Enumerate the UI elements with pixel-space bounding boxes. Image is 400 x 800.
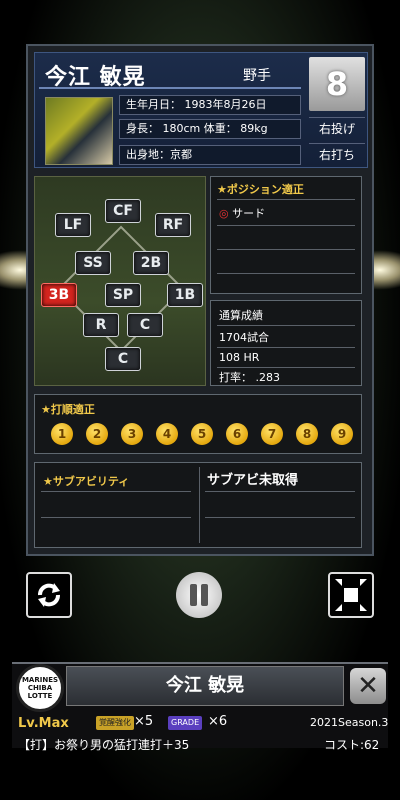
- birthplace: 出身地：京都: [119, 145, 301, 165]
- divider: [217, 367, 355, 368]
- position-aptitude-title: ★ポジション適正: [217, 183, 304, 196]
- name-underline: [39, 87, 301, 89]
- divider: [205, 491, 355, 492]
- field-diagram: CF LF RF SS 2B 3B SP 1B R C C: [34, 176, 206, 386]
- bats: 右打ち: [309, 143, 365, 165]
- position-sp: SP: [105, 283, 141, 307]
- sub-ability-title: ★サブアビリティ: [43, 475, 130, 488]
- batting-order-5: 5: [191, 423, 213, 445]
- position-c-lower: C: [105, 347, 141, 371]
- player-photo: [45, 97, 113, 165]
- batting-order-4: 4: [156, 423, 178, 445]
- divider: [217, 199, 355, 200]
- birthday: 生年月日： 1983年8月26日: [119, 95, 301, 115]
- collapse-button[interactable]: [328, 572, 374, 618]
- divider: [217, 225, 355, 226]
- record-title: 通算成績: [219, 309, 263, 322]
- position-r: R: [83, 313, 119, 337]
- awaken-count: ×5: [134, 714, 154, 729]
- throws: 右投げ: [309, 117, 365, 139]
- position-aptitude-panel: ★ポジション適正 ◎ サード: [210, 176, 362, 294]
- refresh-icon: [38, 583, 60, 607]
- batting-order-panel: ★打順適正 1 2 3 4 5 6 7 8 9: [34, 394, 362, 454]
- collapse-icon: [335, 579, 367, 611]
- position-c: C: [127, 313, 163, 337]
- divider: [217, 249, 355, 250]
- divider: [41, 517, 191, 518]
- position-1b: 1B: [167, 283, 203, 307]
- divider: [41, 491, 191, 492]
- aptitude-item: ◎ サード: [219, 205, 265, 221]
- batting-order-2: 2: [86, 423, 108, 445]
- batting-order-1: 1: [51, 423, 73, 445]
- uniform-number: 8: [309, 57, 365, 111]
- level: Lv.Max: [18, 716, 69, 731]
- batting-order-3: 3: [121, 423, 143, 445]
- batting-order-7: 7: [261, 423, 283, 445]
- record-panel: 通算成績 1704試合 108 HR 打率： .283: [210, 300, 362, 386]
- divider: [205, 517, 355, 518]
- position-ss: SS: [75, 251, 111, 275]
- batting-order-8: 8: [296, 423, 318, 445]
- team-logo: MARINES CHIBA LOTTE: [16, 664, 64, 712]
- aptitude-marker: ◎: [219, 207, 229, 220]
- position-cf: CF: [105, 199, 141, 223]
- awaken-badge: 覚醒強化: [96, 716, 134, 730]
- skill-text: 【打】お祭り男の猛打連打＋35: [18, 738, 190, 752]
- body-size: 身長： 180cm 体重： 89kg: [119, 119, 301, 139]
- team-logo-text: MARINES CHIBA LOTTE: [21, 676, 59, 700]
- refresh-button[interactable]: [26, 572, 72, 618]
- sub-ability-panel: ★サブアビリティ サブアビ未取得: [34, 462, 362, 548]
- divider: [199, 467, 200, 543]
- grade-badge: GRADE: [168, 716, 203, 730]
- footer-player-name: 今江 敏晃: [66, 666, 344, 706]
- footer-panel: MARINES CHIBA LOTTE 今江 敏晃 ✕ Lv.Max 覚醒強化 …: [12, 662, 389, 752]
- season: 2021Season.3: [310, 716, 389, 729]
- batting-order-9: 9: [331, 423, 353, 445]
- divider: [217, 325, 355, 326]
- batting-order-title: ★打順適正: [41, 403, 95, 416]
- close-button[interactable]: ✕: [350, 668, 386, 704]
- player-card: 今江 敏晃 野手 生年月日： 1983年8月26日 身長： 180cm 体重： …: [26, 44, 374, 556]
- record-hr: 108 HR: [219, 351, 260, 364]
- position-lf: LF: [55, 213, 91, 237]
- batting-order-6: 6: [226, 423, 248, 445]
- divider: [217, 347, 355, 348]
- position-rf: RF: [155, 213, 191, 237]
- pause-button[interactable]: [176, 572, 222, 618]
- sub-ability-value: サブアビ未取得: [207, 473, 299, 488]
- player-type: 野手: [243, 68, 271, 84]
- grade-count: ×6: [208, 714, 228, 729]
- record-games: 1704試合: [219, 331, 269, 344]
- player-header: 今江 敏晃 野手 生年月日： 1983年8月26日 身長： 180cm 体重： …: [34, 52, 368, 168]
- position-2b: 2B: [133, 251, 169, 275]
- aptitude-label: サード: [232, 207, 266, 220]
- record-avg: 打率： .283: [219, 371, 280, 384]
- position-3b: 3B: [41, 283, 77, 307]
- divider: [217, 273, 355, 274]
- cost: コスト:62: [324, 738, 380, 752]
